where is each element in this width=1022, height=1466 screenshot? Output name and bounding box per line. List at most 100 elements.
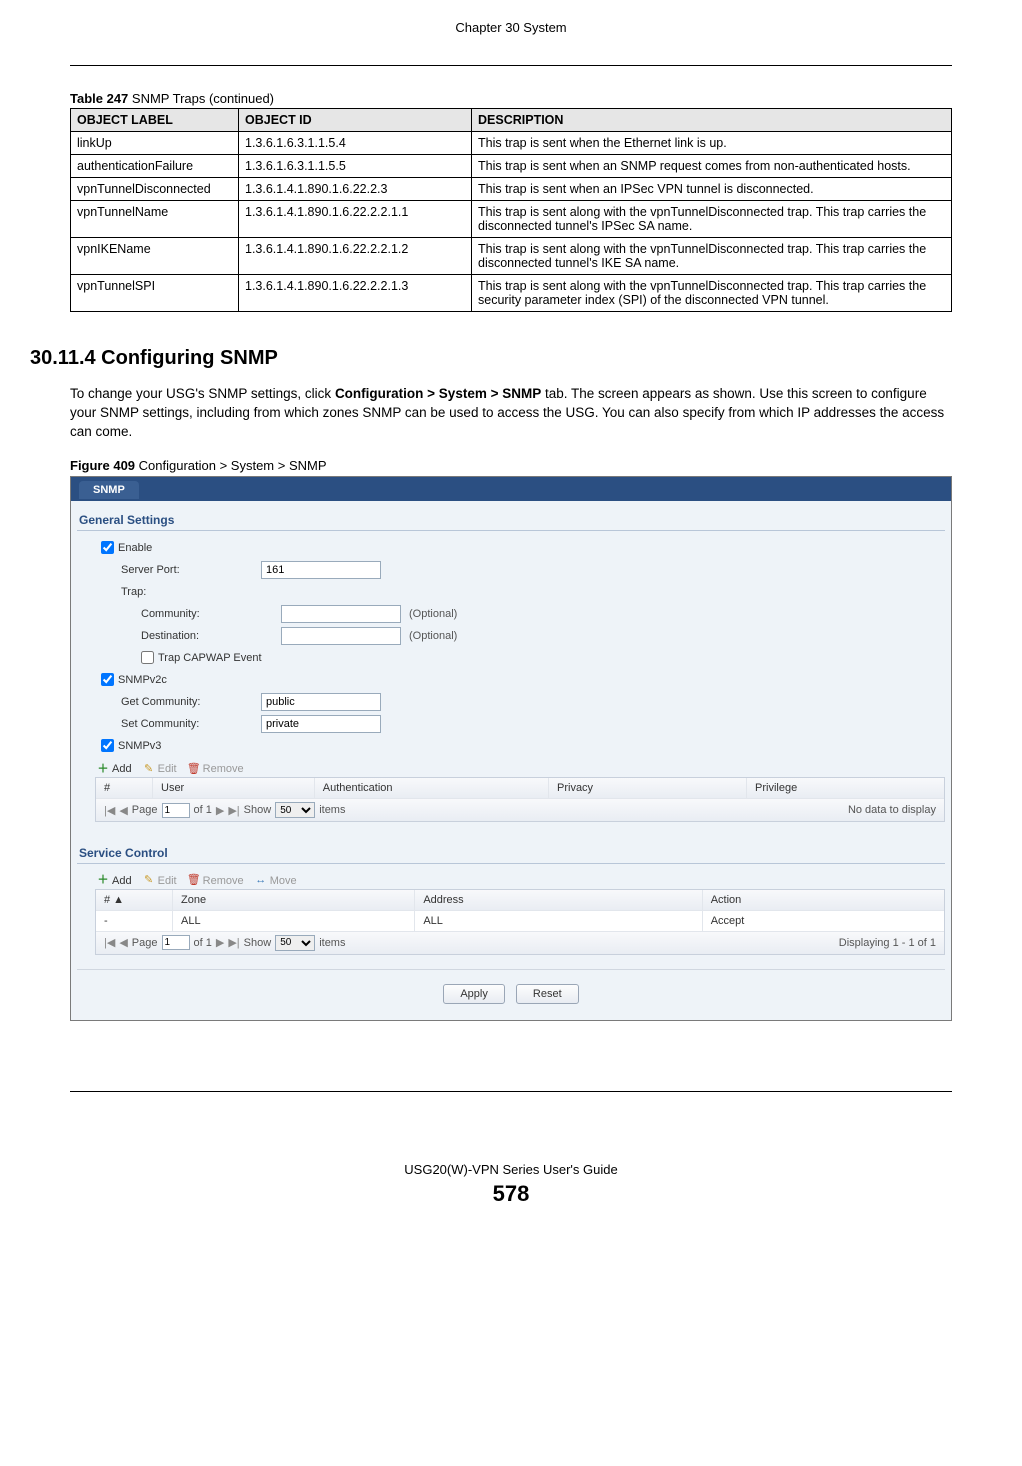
grid1-th-priv[interactable]: Privacy (549, 778, 747, 798)
table-row: vpnTunnelSPI 1.3.6.1.4.1.890.1.6.22.2.2.… (71, 275, 952, 312)
grid2-cell-address: ALL (415, 911, 702, 931)
table-row: authenticationFailure 1.3.6.1.6.3.1.1.5.… (71, 155, 952, 178)
plus-icon: ＋ (97, 763, 109, 775)
cell-desc: This trap is sent along with the vpnTunn… (472, 275, 952, 312)
snmpv3-label: SNMPv3 (118, 740, 161, 752)
edit-button-2[interactable]: ✎Edit (143, 875, 177, 887)
community-optional: (Optional) (409, 608, 457, 620)
grid1-th-user[interactable]: User (153, 778, 315, 798)
grid1-nodata: No data to display (848, 804, 936, 816)
tab-snmp[interactable]: SNMP (79, 481, 139, 499)
server-port-input[interactable] (261, 561, 381, 579)
server-port-label: Server Port: (101, 564, 261, 576)
th-object-id: OBJECT ID (239, 109, 472, 132)
service-control-header: Service Control (77, 838, 945, 864)
cell-desc: This trap is sent when an IPSec VPN tunn… (472, 178, 952, 201)
pager-prev-icon[interactable]: ◀ (119, 936, 127, 949)
plus-icon: ＋ (97, 875, 109, 887)
set-community-label: Set Community: (101, 718, 261, 730)
pager-show-label: Show (244, 804, 272, 816)
cell-label: vpnTunnelDisconnected (71, 178, 239, 201)
grid2-th-zone[interactable]: Zone (173, 890, 415, 910)
destination-input[interactable] (281, 627, 401, 645)
cell-label: vpnIKEName (71, 238, 239, 275)
grid2-displaying: Displaying 1 - 1 of 1 (839, 937, 936, 949)
destination-optional: (Optional) (409, 630, 457, 642)
enable-checkbox[interactable] (101, 541, 114, 554)
th-description: DESCRIPTION (472, 109, 952, 132)
pager-page-input[interactable] (162, 935, 190, 950)
grid1-toolbar: ＋Add ✎Edit 🗑Remove (95, 761, 945, 778)
cell-label: vpnTunnelSPI (71, 275, 239, 312)
button-row: Apply Reset (77, 969, 945, 1006)
pager-last-icon[interactable]: ▶| (228, 936, 239, 949)
get-community-input[interactable] (261, 693, 381, 711)
section-paragraph: To change your USG's SNMP settings, clic… (70, 385, 952, 442)
section-heading: 30.11.4 Configuring SNMP (30, 347, 952, 370)
grid1-pager: |◀ ◀ Page of 1 ▶ ▶| Show 50 items (104, 802, 345, 818)
trap-capwap-label: Trap CAPWAP Event (158, 652, 262, 664)
set-community-input[interactable] (261, 715, 381, 733)
trash-icon: 🗑 (188, 763, 200, 775)
grid2-row[interactable]: - ALL ALL Accept (96, 911, 944, 932)
snmpv3-checkbox[interactable] (101, 739, 114, 752)
move-button[interactable]: ↔Move (255, 875, 297, 887)
pager-items-label: items (319, 804, 345, 816)
cell-oid: 1.3.6.1.4.1.890.1.6.22.2.2.1.3 (239, 275, 472, 312)
remove-button[interactable]: 🗑Remove (188, 763, 244, 775)
table-caption-rest: SNMP Traps (continued) (128, 91, 274, 106)
add-button-2[interactable]: ＋Add (97, 875, 132, 887)
service-control-grid: # ▲ Zone Address Action - ALL ALL Accept… (95, 889, 945, 955)
table-caption-bold: Table 247 (70, 91, 128, 106)
snmpv2c-checkbox[interactable] (101, 673, 114, 686)
snmpv2c-label: SNMPv2c (118, 674, 167, 686)
apply-button[interactable]: Apply (443, 984, 505, 1004)
cell-desc: This trap is sent when an SNMP request c… (472, 155, 952, 178)
header-rule (70, 65, 952, 66)
pager-first-icon[interactable]: |◀ (104, 804, 115, 817)
remove-button-2[interactable]: 🗑Remove (188, 875, 244, 887)
trap-capwap-checkbox[interactable] (141, 651, 154, 664)
move-icon: ↔ (255, 875, 267, 887)
footer-rule (70, 1091, 952, 1092)
trash-icon: 🗑 (188, 875, 200, 887)
pager-show-select[interactable]: 50 (275, 935, 315, 951)
destination-label: Destination: (101, 630, 281, 642)
pencil-icon: ✎ (143, 875, 155, 887)
edit-button[interactable]: ✎Edit (143, 763, 177, 775)
cell-oid: 1.3.6.1.6.3.1.1.5.4 (239, 132, 472, 155)
grid2-toolbar: ＋Add ✎Edit 🗑Remove ↔Move (95, 872, 945, 889)
table-row: vpnTunnelDisconnected 1.3.6.1.4.1.890.1.… (71, 178, 952, 201)
pager-items-label: items (319, 937, 345, 949)
pager-show-select[interactable]: 50 (275, 802, 315, 818)
grid1-th-num[interactable]: # (96, 778, 153, 798)
table-row: vpnTunnelName 1.3.6.1.4.1.890.1.6.22.2.2… (71, 201, 952, 238)
cell-oid: 1.3.6.1.4.1.890.1.6.22.2.2.1.2 (239, 238, 472, 275)
pager-next-icon[interactable]: ▶ (216, 804, 224, 817)
pager-of-label: of 1 (194, 804, 212, 816)
chapter-header: Chapter 30 System (70, 20, 952, 35)
cell-oid: 1.3.6.1.6.3.1.1.5.5 (239, 155, 472, 178)
table-row: vpnIKEName 1.3.6.1.4.1.890.1.6.22.2.2.1.… (71, 238, 952, 275)
grid2-th-num[interactable]: # ▲ (96, 890, 173, 910)
pager-first-icon[interactable]: |◀ (104, 936, 115, 949)
enable-label: Enable (118, 542, 152, 554)
cell-desc: This trap is sent along with the vpnTunn… (472, 238, 952, 275)
reset-button[interactable]: Reset (516, 984, 579, 1004)
community-input[interactable] (281, 605, 401, 623)
pager-prev-icon[interactable]: ◀ (119, 804, 127, 817)
cell-oid: 1.3.6.1.4.1.890.1.6.22.2.3 (239, 178, 472, 201)
grid1-th-auth[interactable]: Authentication (315, 778, 549, 798)
th-object-label: OBJECT LABEL (71, 109, 239, 132)
cell-label: authenticationFailure (71, 155, 239, 178)
grid2-th-address[interactable]: Address (415, 890, 702, 910)
grid1-th-privil[interactable]: Privilege (747, 778, 944, 798)
pager-last-icon[interactable]: ▶| (228, 804, 239, 817)
figure-caption-bold: Figure 409 (70, 458, 135, 473)
cell-label: vpnTunnelName (71, 201, 239, 238)
add-button[interactable]: ＋Add (97, 763, 132, 775)
pager-page-input[interactable] (162, 803, 190, 818)
grid2-th-action[interactable]: Action (703, 890, 944, 910)
cell-oid: 1.3.6.1.4.1.890.1.6.22.2.2.1.1 (239, 201, 472, 238)
pager-next-icon[interactable]: ▶ (216, 936, 224, 949)
